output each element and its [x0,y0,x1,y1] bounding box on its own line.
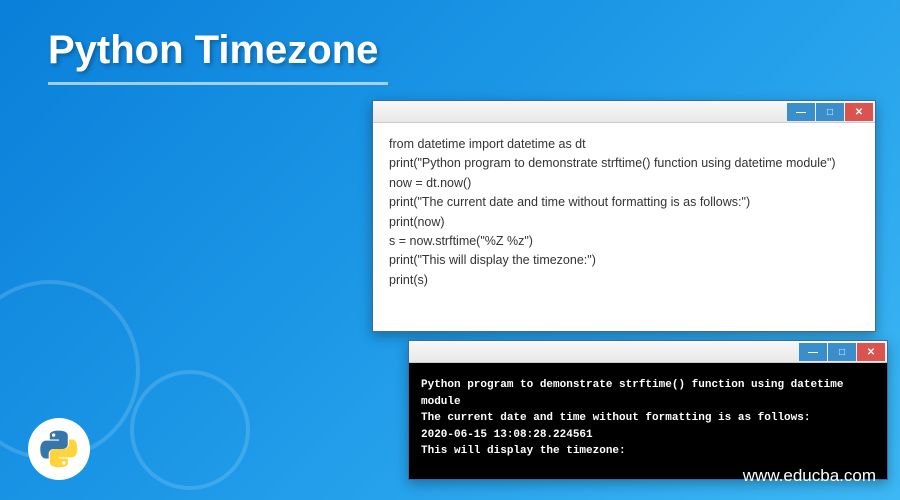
gear-decoration-small [130,370,250,490]
code-editor-window: — □ ✕ from datetime import datetime as d… [372,100,876,332]
code-line: print("The current date and time without… [389,193,859,212]
code-line: now = dt.now() [389,174,859,193]
window-controls: — □ ✕ [799,343,885,361]
title-underline [48,82,388,85]
maximize-button[interactable]: □ [816,103,844,121]
terminal-output-window: — □ ✕ Python program to demonstrate strf… [408,340,888,480]
code-line: from datetime import datetime as dt [389,135,859,154]
window-titlebar: — □ ✕ [409,341,887,363]
code-content: from datetime import datetime as dt prin… [373,123,875,302]
watermark-url: www.educba.com [743,466,876,486]
python-icon [38,428,80,470]
maximize-button[interactable]: □ [828,343,856,361]
close-button[interactable]: ✕ [857,343,885,361]
close-button[interactable]: ✕ [845,103,873,121]
minimize-button[interactable]: — [787,103,815,121]
code-line: print(s) [389,271,859,290]
code-line: print("Python program to demonstrate str… [389,154,859,173]
window-titlebar: — □ ✕ [373,101,875,123]
python-logo [28,418,90,480]
code-line: print(now) [389,213,859,232]
output-line: This will display the timezone: [421,443,875,460]
output-line: The current date and time without format… [421,410,875,427]
output-line: 2020-06-15 13:08:28.224561 [421,427,875,444]
window-controls: — □ ✕ [787,103,873,121]
output-line: Python program to demonstrate strftime()… [421,377,875,410]
code-line: s = now.strftime("%Z %z") [389,232,859,251]
terminal-content: Python program to demonstrate strftime()… [409,363,887,479]
page-title: Python Timezone [48,28,378,73]
minimize-button[interactable]: — [799,343,827,361]
code-line: print("This will display the timezone:") [389,251,859,270]
